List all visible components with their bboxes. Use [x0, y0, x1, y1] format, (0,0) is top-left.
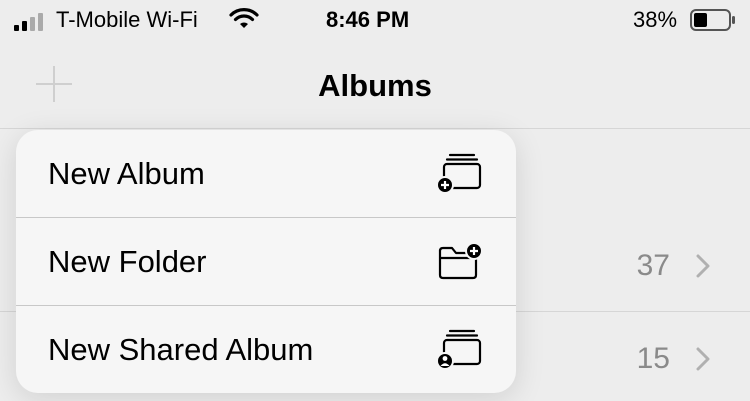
status-bar: T-Mobile Wi-Fi 8:46 PM 38%: [0, 0, 750, 40]
battery-icon: [690, 9, 735, 31]
new-folder-icon: [438, 242, 483, 280]
menu-item-label: New Album: [48, 156, 205, 191]
page-title: Albums: [318, 68, 432, 103]
album-count: 15: [636, 342, 670, 375]
add-menu-popover: New Album New Folder New Shared Album: [16, 130, 516, 393]
menu-item-label: New Folder: [48, 244, 207, 279]
cellular-signal-icon: [14, 13, 43, 31]
carrier-name: T-Mobile Wi-Fi: [56, 7, 198, 32]
menu-item-label: New Shared Album: [48, 332, 314, 367]
navigation-bar: Albums: [0, 40, 750, 128]
wifi-icon: [229, 8, 259, 28]
menu-item-new-shared-album[interactable]: New Shared Album: [16, 306, 516, 393]
chevron-right-icon: [696, 347, 710, 371]
menu-item-new-album[interactable]: New Album: [16, 130, 516, 218]
clock: 8:46 PM: [326, 7, 410, 32]
new-shared-album-icon: [436, 329, 482, 370]
divider: [0, 128, 750, 129]
chevron-right-icon: [696, 254, 710, 278]
battery-percentage: 38%: [633, 7, 678, 32]
menu-item-new-folder[interactable]: New Folder: [16, 218, 516, 306]
album-count: 37: [636, 249, 670, 282]
new-album-icon: [436, 153, 482, 194]
